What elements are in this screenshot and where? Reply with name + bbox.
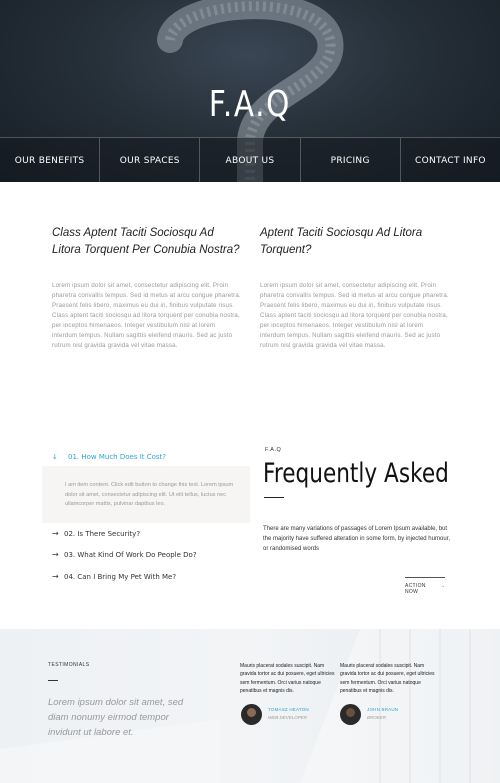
action-now-link[interactable]: ACTION NOW → [405,577,445,595]
question-title: Aptent Taciti Sociosqu Ad Litora Torquen… [260,227,423,256]
testimonials-section: TESTIMONIALS Lorem ipsum dolor sit amet,… [0,629,500,783]
accordion-item[interactable]: → 03. What Kind Of Work Do People Do? [52,550,197,559]
question-title: Class Aptent Taciti Sociosqu Ad Litora T… [52,227,240,256]
testimonial-author-role: BROKER [367,715,387,720]
avatar [340,704,361,725]
question-text: Lorem ipsum dolor sit amet, consectetur … [260,282,449,349]
accordion-item-label: 03. What Kind Of Work Do People Do? [64,550,197,559]
nav-item-our-spaces[interactable]: OUR SPACES [100,138,201,182]
question-text: Lorem ipsum dolor sit amet, consectetur … [52,282,241,349]
testimonial-author-role: WEB DEVELOPER [268,715,308,720]
accordion-item-active: ↓ 01. How Much Does It Cost? I am item c… [42,448,250,523]
arrow-right-icon: → [439,583,445,589]
nav-item-pricing[interactable]: PRICING [301,138,401,182]
nav-item-contact-info[interactable]: CONTACT INFO [401,138,500,182]
accordion-toggle[interactable]: ↓ 01. How Much Does It Cost? [42,448,166,466]
action-label: ACTION NOW [405,583,426,595]
testimonial-author-name: JOHN BRAUN [367,707,399,712]
avatar [241,704,262,725]
testimonial-text: Mauris placerat sodales suscipit. Nam gr… [240,663,335,694]
nav-item-our-benefits[interactable]: OUR BENEFITS [0,138,101,182]
nav-item-about-us[interactable]: ABOUT US [200,138,301,182]
accordion-item[interactable]: → 02. Is There Security? [52,529,140,538]
accordion-content: I am item content. Click edit button to … [42,466,250,523]
main-navigation: OUR BENEFITS OUR SPACES ABOUT US PRICING… [0,137,500,182]
arrow-right-icon: → [52,529,59,538]
accordion-item-label: 01. How Much Does It Cost? [68,453,167,461]
arrow-right-icon: → [52,572,59,581]
heading-divider [264,497,284,498]
page-title: F.A.Q [208,84,292,125]
accordion-content-text: I am item content. Click edit button to … [65,482,234,507]
testimonials-label: TESTIMONIALS [48,662,90,668]
testimonial-author-name: TOMASZ HEATON [268,707,309,712]
label-divider [48,680,58,681]
arrow-down-icon: ↓ [52,453,58,461]
hero-banner: F.A.Q OUR BENEFITS OUR SPACES ABOUT US P… [0,0,500,182]
accordion-item[interactable]: → 04. Can I Bring My Pet With Me? [52,572,176,581]
testimonial-quote: Lorem ipsum dolor sit amet, sed diam non… [48,697,184,738]
arrow-right-icon: → [52,550,59,559]
testimonial-text: Mauris placerat sodales suscipit. Nam gr… [340,663,435,694]
section-heading: Frequently Asked [263,458,449,489]
accordion-item-label: 02. Is There Security? [64,529,141,538]
section-description: There are many variations of passages of… [263,526,450,552]
accordion-item-label: 04. Can I Bring My Pet With Me? [64,572,177,581]
section-eyebrow: F.A.Q [265,447,282,453]
